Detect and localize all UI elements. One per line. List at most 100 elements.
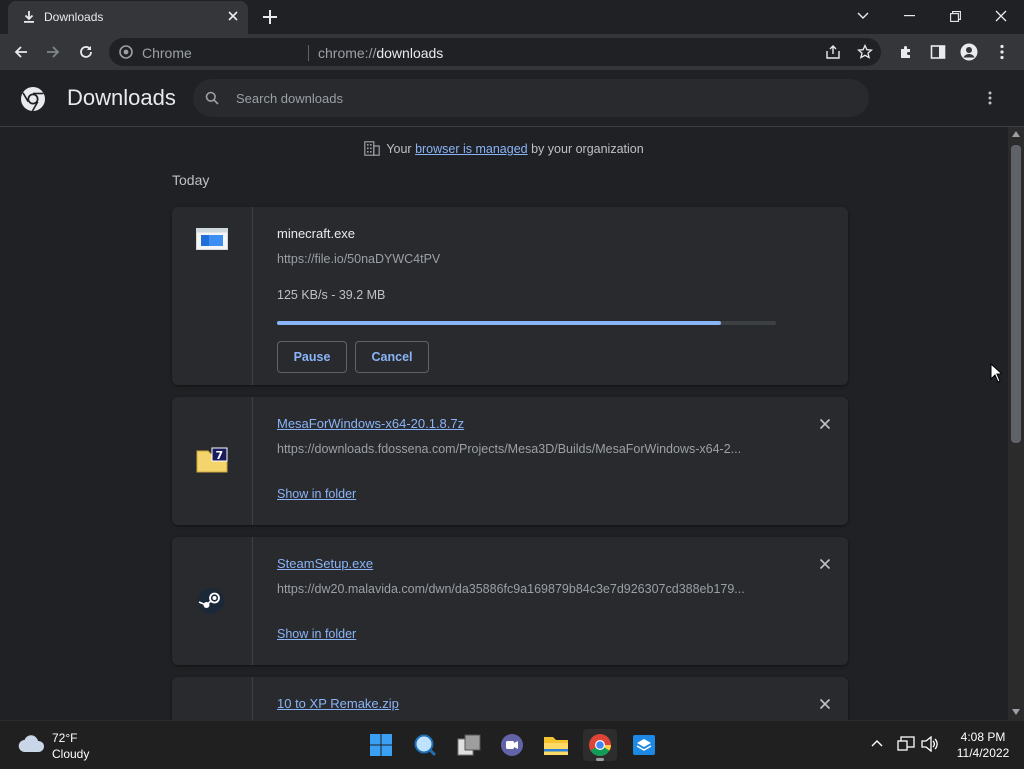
downloads-header: Downloads [0,70,1024,127]
clock-date: 11/4/2022 [956,746,1010,760]
chrome-taskbar-button[interactable] [583,729,617,761]
star-icon[interactable] [857,44,873,60]
more-vert-icon [1000,44,1004,60]
svg-text:7: 7 [216,449,224,462]
folder-icon [543,734,569,756]
download-status: 125 KB/s - 39.2 MB [277,288,386,302]
file-explorer-button[interactable] [539,729,573,761]
volume-icon[interactable] [921,736,939,752]
share-icon[interactable] [825,44,841,60]
new-tab-button[interactable] [258,6,282,28]
managed-prefix: Your [386,142,412,156]
search-box[interactable] [193,79,869,117]
show-in-folder-link[interactable]: Show in folder [277,627,356,641]
file-url[interactable]: https://file.io/50naDYWC4tPV [277,252,777,266]
scroll-down-arrow-icon[interactable] [1012,709,1020,715]
building-icon [364,141,381,156]
cancel-button[interactable]: Cancel [355,341,429,373]
teams-chat-icon [500,733,524,757]
tab-title: Downloads [44,10,104,24]
start-button[interactable] [364,729,398,761]
managed-suffix: by your organization [531,142,644,156]
section-label: Today [172,172,210,188]
restore-icon [949,10,961,22]
progress-bar [277,321,776,325]
taskbar: 72°F Cloudy 4:08 PM 11/4/2022 [0,720,1024,768]
chrome-menu-button[interactable] [988,38,1016,66]
windows-logo-icon [369,733,393,757]
arrow-left-icon [13,44,29,60]
task-view-icon [457,734,481,756]
download-icon [22,10,36,24]
managed-notice: Your browser is managed by your organiza… [0,141,1008,156]
remove-item-button[interactable] [817,416,833,432]
file-icon-column [172,537,253,665]
minimize-button[interactable] [886,0,932,32]
tab-strip: Downloads [0,0,1024,34]
minimize-icon [903,15,915,17]
forward-button[interactable] [39,38,67,66]
tab-close-icon[interactable] [226,9,240,23]
download-item: 7 MesaForWindows-x64-20.1.8.7z https://d… [172,397,848,525]
scroll-up-arrow-icon[interactable] [1012,131,1020,137]
address-bar[interactable]: Chrome chrome://downloads [109,38,881,66]
weather-condition: Cloudy [52,747,90,761]
weather-widget[interactable]: 72°F Cloudy [0,721,110,769]
download-item: minecraft.exe https://file.io/50naDYWC4t… [172,207,848,385]
chat-button[interactable] [495,729,529,761]
search-icon [205,91,219,105]
omnibox-separator [308,45,309,61]
omnibox-chrome-label: Chrome [142,45,192,61]
clock-time: 4:08 PM [960,730,1006,744]
close-icon [817,416,833,432]
stack-app-icon [632,734,656,756]
file-icon-column [172,207,253,385]
remove-item-button[interactable] [817,556,833,572]
url-scheme: chrome:// [318,45,377,61]
file-name-link[interactable]: MesaForWindows-x64-20.1.8.7z [277,416,464,431]
browser-toolbar: Chrome chrome://downloads [0,34,1024,70]
network-icon[interactable] [897,736,915,752]
downloads-list: Your browser is managed by your organiza… [0,127,1008,720]
download-item: 10 to XP Remake.zip [172,677,848,720]
search-taskbar-button[interactable] [408,729,442,761]
extensions-button[interactable] [892,38,920,66]
back-button[interactable] [7,38,35,66]
pause-button[interactable]: Pause [277,341,347,373]
7zip-archive-icon: 7 [196,447,228,473]
puzzle-icon [898,44,914,60]
chevron-up-icon[interactable] [871,739,883,747]
file-url[interactable]: https://dw20.malavida.com/dwn/da35886fc9… [277,582,777,596]
reload-icon [78,44,94,60]
file-url[interactable]: https://downloads.fdossena.com/Projects/… [277,442,777,456]
page-title: Downloads [67,85,176,110]
show-in-folder-link[interactable]: Show in folder [277,487,356,501]
arrow-right-icon [45,44,61,60]
tab-downloads[interactable]: Downloads [8,1,248,34]
side-panel-button[interactable] [924,38,952,66]
close-window-button[interactable] [978,0,1024,32]
mouse-cursor-icon [990,363,1002,383]
task-view-button[interactable] [452,729,486,761]
reload-button[interactable] [72,38,100,66]
profile-button[interactable] [955,38,983,66]
search-input[interactable] [236,87,836,109]
exe-window-icon [196,228,228,250]
remove-item-button[interactable] [817,696,833,712]
chrome-icon [119,45,133,59]
magnifier-icon [413,733,437,757]
file-name: minecraft.exe [277,226,356,241]
file-name-link[interactable]: SteamSetup.exe [277,556,373,571]
scrollbar-thumb[interactable] [1011,145,1021,443]
weather-temp: 72°F [52,731,78,745]
chrome-logo-icon [20,86,46,112]
downloads-menu-button[interactable] [988,91,992,105]
tab-search-button[interactable] [840,0,886,32]
restore-button[interactable] [932,0,978,32]
managed-link[interactable]: browser is managed [415,142,528,156]
app-taskbar-button[interactable] [627,729,661,761]
close-icon [995,10,1007,22]
profile-icon [960,43,978,61]
download-item: SteamSetup.exe https://dw20.malavida.com… [172,537,848,665]
file-name-link[interactable]: 10 to XP Remake.zip [277,696,399,711]
